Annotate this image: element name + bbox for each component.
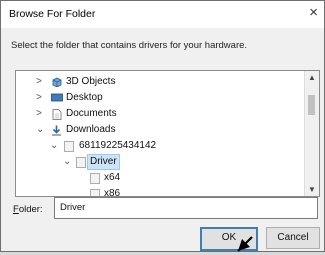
tree-item-documents[interactable]: > Documents	[16, 107, 296, 121]
close-icon[interactable]: ×	[309, 5, 318, 21]
folder-icon	[90, 189, 101, 196]
tree-scrollbar[interactable]: ▲ ▼	[304, 71, 319, 196]
folder-tree[interactable]: > 3D Objects > Desktop > Documents ⌄ Dow…	[15, 70, 320, 197]
tree-item-68119225434142[interactable]: ⌄ 68119225434142	[16, 139, 296, 153]
tree-item-3d-objects[interactable]: > 3D Objects	[16, 75, 296, 89]
documents-icon	[52, 109, 63, 120]
chevron-down-icon[interactable]: ⌄	[63, 155, 73, 169]
tree-item-x86[interactable]: x86	[16, 187, 296, 197]
tree-item-label: Driver	[87, 154, 120, 170]
tree-item-label: x64	[104, 172, 121, 183]
folder-field-label: Folder:	[13, 204, 43, 215]
scrollbar-thumb[interactable]	[308, 95, 315, 115]
folder-field-value: Driver	[60, 202, 86, 213]
title-bar: Browse For Folder ×	[1, 1, 324, 28]
chevron-right-icon[interactable]: >	[36, 107, 46, 121]
chevron-right-icon[interactable]: >	[36, 75, 46, 89]
dialog-title: Browse For Folder	[9, 8, 96, 20]
tree-item-label: Downloads	[66, 124, 116, 135]
tree-item-label: 3D Objects	[66, 76, 116, 87]
tree-item-driver[interactable]: ⌄ Driver	[16, 154, 296, 170]
downloads-icon	[51, 125, 62, 136]
mouse-cursor-icon	[237, 236, 253, 252]
tree-item-desktop[interactable]: > Desktop	[16, 91, 296, 105]
tree-item-label: Desktop	[66, 92, 103, 103]
scroll-down-icon[interactable]: ▼	[308, 185, 316, 194]
3d-objects-icon	[51, 77, 62, 88]
tree-item-downloads[interactable]: ⌄ Downloads	[16, 123, 296, 137]
browse-for-folder-dialog: Browse For Folder × Select the folder th…	[0, 0, 325, 252]
tree-item-label: x86	[104, 188, 121, 197]
instruction-text: Select the folder that contains drivers …	[11, 40, 248, 51]
chevron-down-icon[interactable]: ⌄	[50, 139, 60, 153]
tree-item-x64[interactable]: x64	[16, 171, 296, 185]
folder-field[interactable]: Driver	[54, 197, 318, 219]
tree-item-label: 68119225434142	[79, 140, 157, 151]
folder-icon	[90, 173, 101, 184]
chevron-right-icon[interactable]: >	[36, 91, 46, 105]
scroll-up-icon[interactable]: ▲	[308, 73, 316, 82]
tree-item-label: Documents	[66, 108, 117, 119]
chevron-down-icon[interactable]: ⌄	[36, 123, 46, 137]
desktop-icon	[51, 93, 63, 103]
cancel-button[interactable]: Cancel	[266, 227, 320, 249]
folder-icon	[64, 141, 75, 152]
folder-icon	[76, 157, 87, 168]
